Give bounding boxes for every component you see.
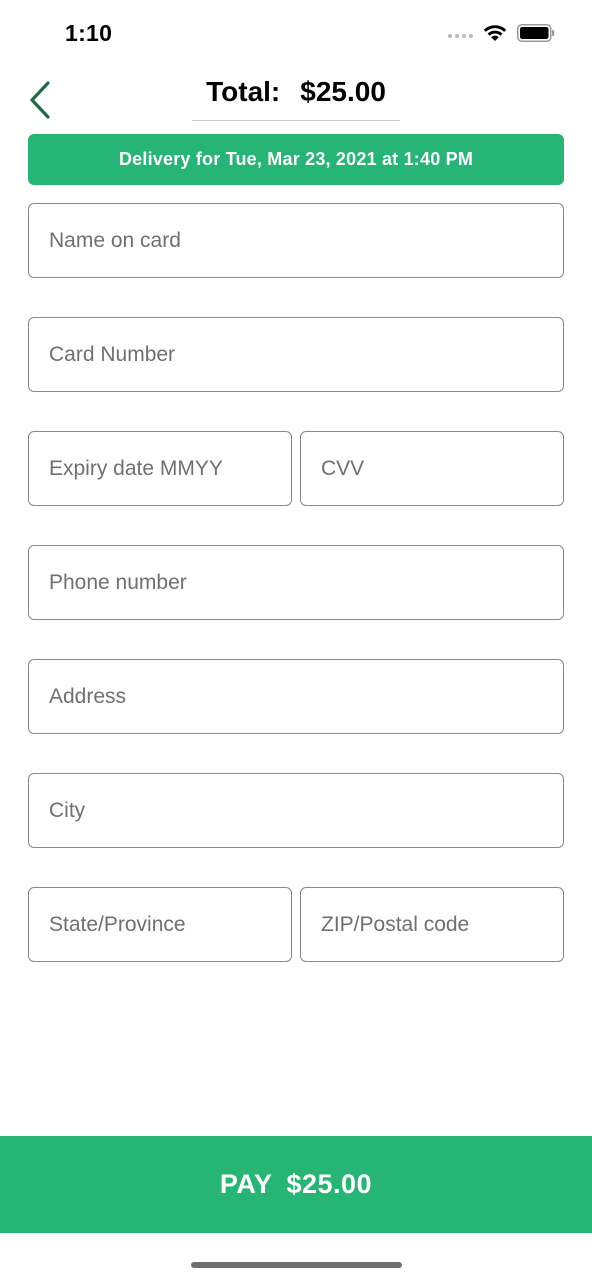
pay-button-amount: $25.00: [286, 1169, 373, 1199]
phone-number-input[interactable]: [29, 546, 563, 619]
pay-button[interactable]: PAY $25.00: [0, 1136, 592, 1233]
home-indicator: [191, 1262, 402, 1268]
pay-button-label: PAY: [219, 1169, 273, 1199]
city-field-box: [28, 773, 564, 848]
status-bar: 1:10: [0, 0, 592, 64]
wifi-icon: [483, 25, 507, 41]
total-label: Total:: [206, 76, 281, 107]
name-on-card-field-box: [28, 203, 564, 278]
order-total: Total: $25.00: [192, 64, 400, 121]
delivery-banner: Delivery for Tue, Mar 23, 2021 at 1:40 P…: [28, 134, 564, 185]
name-on-card-input[interactable]: [29, 204, 563, 277]
state-field-box: [28, 887, 292, 962]
status-time: 1:10: [65, 20, 113, 46]
phone-field-box: [28, 545, 564, 620]
card-number-input[interactable]: [29, 318, 563, 391]
zip-postal-code-input[interactable]: [301, 888, 563, 961]
nav-bar: Total: $25.00: [0, 64, 592, 130]
total-value: $25.00: [300, 76, 386, 107]
address-input[interactable]: [29, 660, 563, 733]
chevron-left-icon: [30, 81, 50, 119]
back-button[interactable]: [20, 78, 60, 122]
cvv-field-box: [300, 431, 564, 506]
expiry-field-box: [28, 431, 292, 506]
battery-icon: [517, 24, 555, 42]
expiry-date-input[interactable]: [29, 432, 291, 505]
city-input[interactable]: [29, 774, 563, 847]
state-province-input[interactable]: [29, 888, 291, 961]
cvv-input[interactable]: [301, 432, 563, 505]
card-number-field-box: [28, 317, 564, 392]
zip-field-box: [300, 887, 564, 962]
address-field-box: [28, 659, 564, 734]
signal-dots-icon: [448, 34, 473, 38]
